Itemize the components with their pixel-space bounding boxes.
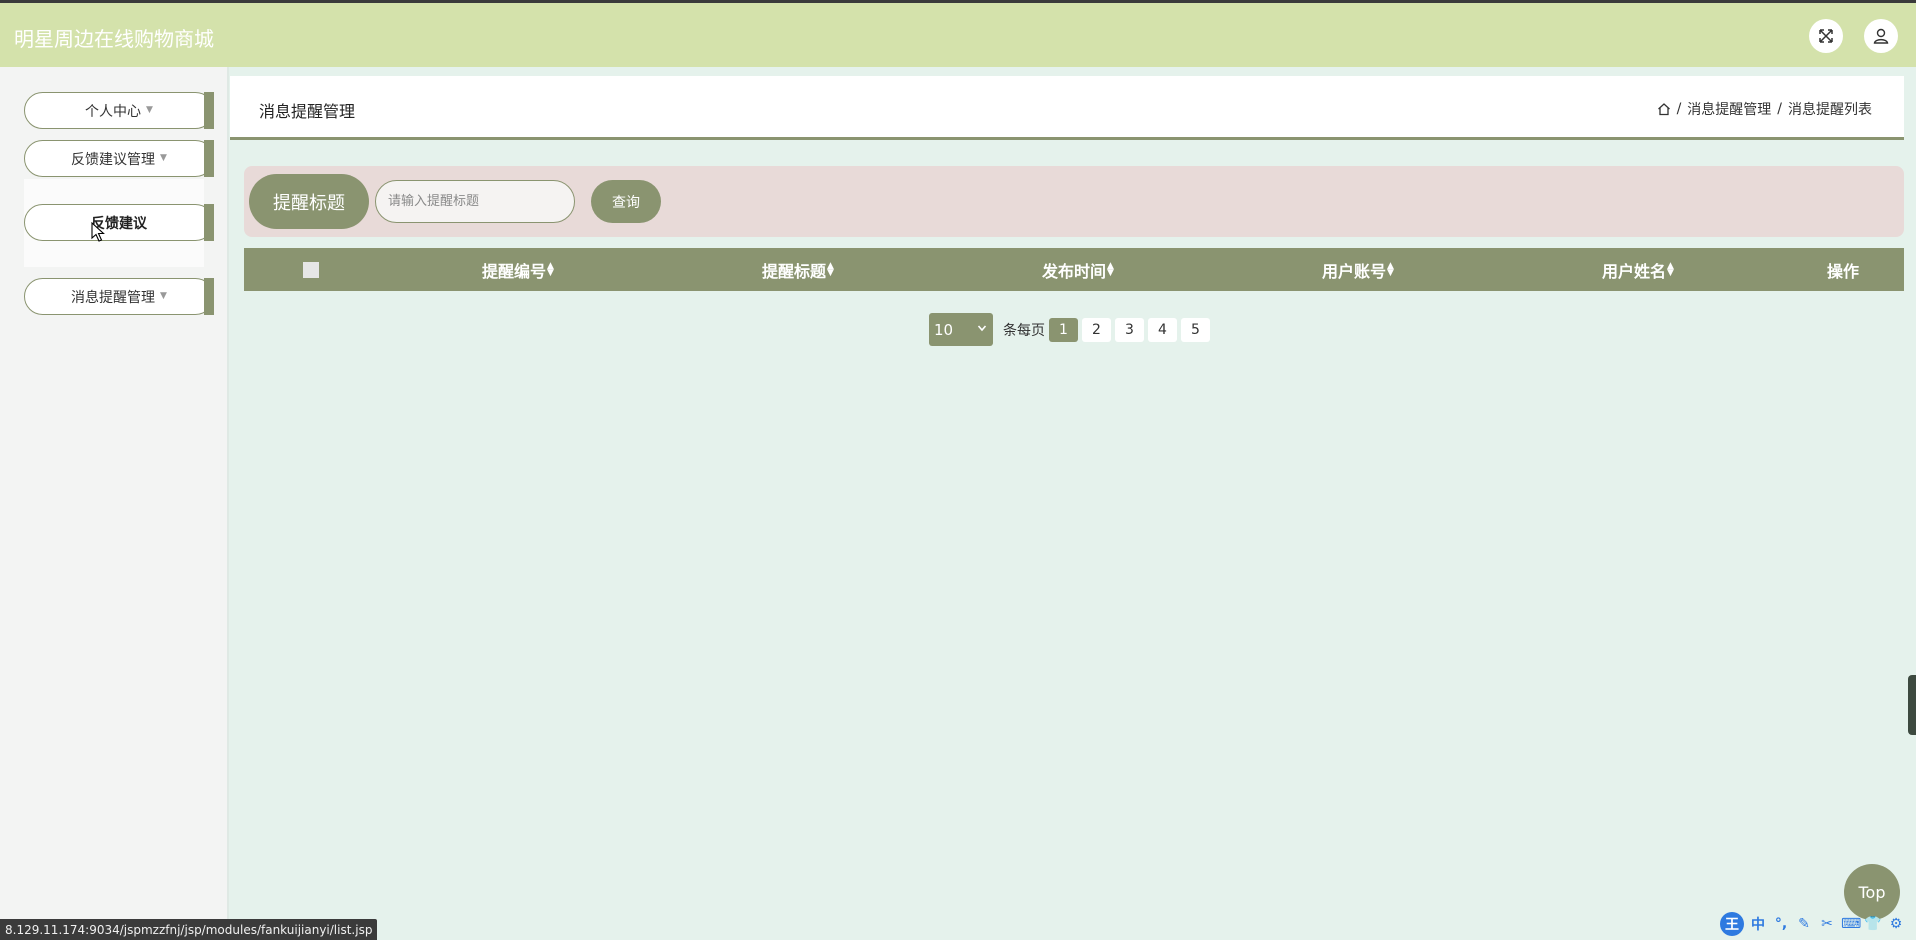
breadcrumb-separator: /: [1676, 101, 1682, 117]
breadcrumb-item[interactable]: 消息提醒管理: [1687, 99, 1771, 119]
user-menu-button[interactable]: [1864, 19, 1898, 53]
top-header: 明星周边在线购物商城: [0, 3, 1916, 67]
ime-keyboard-icon[interactable]: ⌨: [1841, 916, 1861, 932]
column-header-id[interactable]: 提醒编号 ▲ ▼: [482, 248, 554, 291]
page-button-1[interactable]: 1: [1049, 317, 1078, 342]
sidebar-item-personal-center[interactable]: 个人中心 ▼: [24, 92, 214, 129]
menu-accent-bar: [204, 140, 214, 177]
status-bar-url: 8.129.11.174:9034/jspmzzfnj/jsp/modules/…: [0, 919, 378, 940]
ime-skin-icon[interactable]: 👕: [1864, 916, 1882, 932]
home-icon[interactable]: [1657, 102, 1671, 116]
menu-accent-bar: [204, 204, 214, 241]
menu-accent-bar: [204, 278, 214, 315]
column-header-actions: 操作: [1827, 248, 1859, 291]
search-button[interactable]: 查询: [591, 180, 661, 223]
pagination: 10 条每页 1 2 3 4 5: [929, 313, 1210, 346]
chevron-down-icon: [977, 325, 987, 332]
expand-icon: [1819, 29, 1833, 43]
sort-icon: ▲ ▼: [547, 260, 554, 278]
ime-logo-icon[interactable]: 王: [1720, 912, 1744, 936]
column-label: 用户姓名: [1602, 261, 1667, 281]
column-header-user-name[interactable]: 用户姓名 ▲ ▼: [1602, 248, 1674, 291]
sidebar-item-label: 个人中心: [85, 103, 142, 120]
ime-pen-icon[interactable]: ✎: [1795, 916, 1813, 932]
sidebar-item-label: 消息提醒管理: [71, 289, 156, 306]
fullscreen-button[interactable]: [1809, 19, 1843, 53]
page-button-2[interactable]: 2: [1082, 317, 1111, 342]
page-size-value: 10: [934, 320, 954, 339]
sort-icon: ▲ ▼: [1387, 260, 1394, 278]
sort-icon: ▲ ▼: [1107, 260, 1114, 278]
breadcrumb-separator: /: [1777, 101, 1782, 117]
column-label: 操作: [1827, 261, 1860, 281]
user-icon: [1873, 28, 1889, 44]
page-button-4[interactable]: 4: [1148, 317, 1177, 342]
ime-punctuation-icon[interactable]: °,: [1772, 916, 1790, 932]
ime-settings-icon[interactable]: ⚙: [1887, 916, 1905, 932]
column-label: 发布时间: [1042, 261, 1107, 281]
column-header-user-account[interactable]: 用户账号 ▲ ▼: [1322, 248, 1394, 291]
column-label: 提醒标题: [762, 261, 827, 281]
sort-icon: ▲ ▼: [1667, 260, 1674, 278]
sidebar: 个人中心 ▼ 反馈建议管理 ▼ 反馈建议 消息提醒管理 ▼: [0, 67, 229, 940]
breadcrumb-bar: 消息提醒管理 / 消息提醒管理 / 消息提醒列表: [230, 76, 1904, 140]
page-button-5[interactable]: 5: [1181, 317, 1210, 342]
table-header: 提醒编号 ▲ ▼ 提醒标题 ▲ ▼ 发布时间 ▲ ▼ 用户账号 ▲ ▼ 用户姓名 ▲ ▼ …: [244, 248, 1904, 291]
per-page-label: 条每页: [1003, 322, 1045, 339]
side-float-tab[interactable]: [1908, 675, 1916, 735]
column-header-publish-time[interactable]: 发布时间 ▲ ▼: [1042, 248, 1114, 291]
caret-down-icon: ▼: [160, 152, 167, 163]
ime-scissors-icon[interactable]: ✂: [1818, 916, 1836, 932]
page-size-select[interactable]: 10: [929, 313, 993, 346]
page-title: 消息提醒管理: [259, 102, 356, 121]
breadcrumb: / 消息提醒管理 / 消息提醒列表: [1657, 99, 1872, 119]
page-button-3[interactable]: 3: [1115, 317, 1144, 342]
submenu-item-feedback[interactable]: 反馈建议: [24, 204, 214, 241]
search-panel: 提醒标题 查询: [244, 166, 1904, 237]
breadcrumb-item-current: 消息提醒列表: [1788, 102, 1872, 118]
mouse-cursor-icon: [91, 222, 105, 242]
menu-accent-bar: [204, 92, 214, 129]
column-label: 提醒编号: [482, 261, 547, 281]
sidebar-item-label: 反馈建议管理: [71, 151, 156, 168]
ime-toolbar: 王 中 °, ✎ ✂ ⌨ 👕 ⚙: [1720, 910, 1916, 938]
search-label: 提醒标题: [249, 174, 369, 229]
column-label: 用户账号: [1322, 261, 1387, 281]
sort-icon: ▲ ▼: [827, 260, 834, 278]
column-header-title[interactable]: 提醒标题 ▲ ▼: [762, 248, 834, 291]
select-all-checkbox[interactable]: [303, 262, 319, 278]
sidebar-item-message-management[interactable]: 消息提醒管理 ▼: [24, 278, 214, 315]
sidebar-item-feedback-management[interactable]: 反馈建议管理 ▼: [24, 140, 214, 177]
caret-down-icon: ▼: [160, 290, 167, 301]
ime-chinese-mode-icon[interactable]: 中: [1749, 914, 1767, 934]
caret-down-icon: ▼: [146, 104, 153, 115]
search-input[interactable]: [375, 180, 575, 223]
app-title: 明星周边在线购物商城: [14, 27, 214, 51]
